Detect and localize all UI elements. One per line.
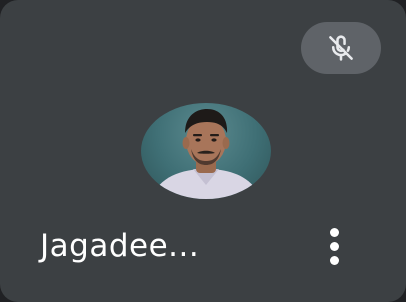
participant-name: Jagadee... — [40, 228, 200, 264]
mic-off-icon — [329, 35, 353, 61]
more-vert-icon — [329, 227, 339, 265]
more-vert-icon-dot — [329, 227, 339, 237]
participant-tile: Jagadee... — [0, 0, 406, 302]
mic-status-badge — [301, 22, 381, 74]
more-options-button[interactable] — [314, 222, 354, 270]
more-vert-icon-dot — [329, 241, 339, 251]
avatar-photo — [151, 109, 261, 199]
participant-avatar — [141, 103, 271, 199]
more-vert-icon-dot — [329, 255, 339, 265]
